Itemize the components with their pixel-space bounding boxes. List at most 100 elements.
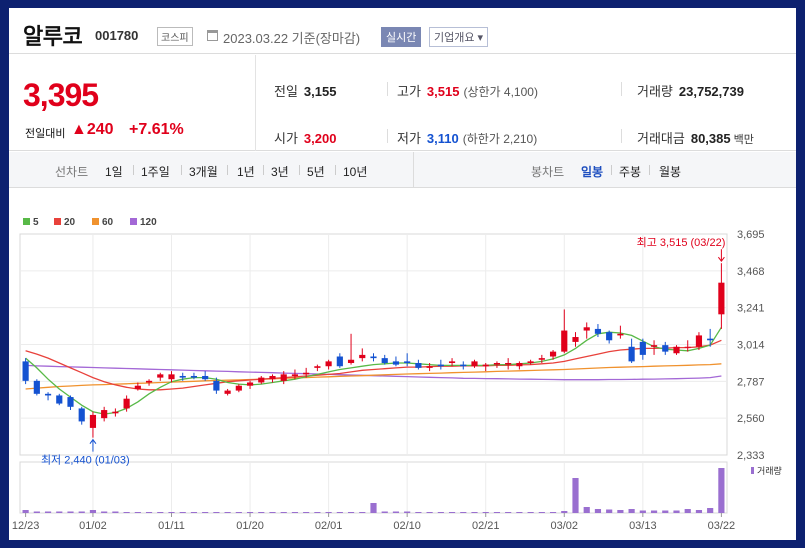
chart-axes: 3,695 3,468 3,241 3,014 2,787 2,560 2,333 12/23… bbox=[12, 229, 765, 532]
chart-legend: 5 20 60 120 bbox=[23, 217, 157, 228]
tab-1day[interactable]: 1일 bbox=[105, 163, 123, 180]
candle-body bbox=[157, 374, 164, 378]
volume-bar bbox=[583, 507, 590, 513]
volume-bar bbox=[460, 512, 467, 513]
y-tick-label: 3,241 bbox=[737, 303, 765, 315]
separator bbox=[611, 165, 612, 175]
volume-bar bbox=[381, 511, 388, 513]
separator bbox=[387, 129, 388, 143]
volume-bar bbox=[280, 512, 287, 513]
candle-body bbox=[303, 372, 310, 375]
volume-bar bbox=[134, 512, 141, 513]
volume-bar bbox=[258, 512, 265, 513]
tab-5year[interactable]: 5년 bbox=[307, 163, 325, 180]
y-tick-label: 2,333 bbox=[737, 450, 765, 462]
candle-body bbox=[572, 337, 579, 342]
x-tick-label: 12/23 bbox=[12, 520, 40, 532]
tab-3year[interactable]: 3년 bbox=[271, 163, 289, 180]
volume-bar bbox=[695, 510, 703, 513]
volume-bar bbox=[101, 511, 108, 513]
volume-bar bbox=[650, 510, 658, 513]
x-tick-label: 02/01 bbox=[315, 520, 343, 532]
candle-body bbox=[336, 356, 343, 367]
volume-bar bbox=[33, 511, 40, 513]
realtime-button[interactable]: 실시간 bbox=[381, 27, 422, 47]
company-info-dropdown[interactable]: 기업개요 ▾ bbox=[429, 27, 489, 47]
candle-body bbox=[145, 380, 153, 383]
trade-amount: 거래대금 80,385 백만 bbox=[637, 131, 754, 146]
candle-body bbox=[168, 374, 175, 380]
candle-body bbox=[538, 358, 545, 360]
separator bbox=[335, 165, 336, 175]
volume-bar bbox=[684, 509, 691, 513]
tab-10year[interactable]: 10년 bbox=[343, 163, 367, 180]
candle-body bbox=[684, 346, 691, 348]
candle-body bbox=[527, 361, 534, 363]
volume-bar bbox=[246, 512, 254, 513]
volume-bar bbox=[392, 511, 400, 513]
candlestick-chart: 5 20 60 120 최고 3,515 (03/22) 최저 2,440 (01/03… bbox=[12, 217, 782, 532]
volume-bar bbox=[707, 508, 714, 513]
day-low: 저가 3,110 (하한가 2,210) bbox=[397, 131, 538, 146]
volume-bar bbox=[56, 511, 63, 513]
legend-swatch-60 bbox=[92, 218, 99, 225]
separator bbox=[649, 165, 650, 175]
candle-body bbox=[437, 364, 444, 367]
tab-1week[interactable]: 1주일 bbox=[141, 163, 170, 180]
volume-bar bbox=[628, 509, 635, 513]
volume-bar bbox=[235, 512, 242, 513]
x-tick-label: 02/21 bbox=[472, 520, 500, 532]
tab-monthly[interactable]: 월봉 bbox=[659, 163, 681, 180]
volume-bar bbox=[22, 510, 29, 513]
volume-bar bbox=[347, 512, 355, 513]
candle-body bbox=[448, 361, 456, 363]
volume-bar bbox=[527, 512, 534, 513]
volume-bar bbox=[314, 512, 321, 513]
volume-bar bbox=[448, 512, 456, 513]
volume-bar bbox=[606, 509, 613, 513]
candle-body bbox=[695, 335, 703, 347]
moving-averages bbox=[25, 326, 722, 415]
volume-bar bbox=[78, 511, 85, 513]
candle-body bbox=[628, 346, 635, 362]
volume-bar bbox=[639, 510, 646, 513]
volume-bar bbox=[190, 512, 198, 513]
volume-bar bbox=[538, 512, 545, 513]
candle-body bbox=[269, 375, 276, 380]
stock-name[interactable]: 알루코 bbox=[23, 19, 83, 51]
day-high: 고가 3,515 (상한가 4,100) bbox=[397, 84, 538, 99]
separator bbox=[227, 165, 228, 175]
x-tick-label: 01/11 bbox=[158, 520, 185, 532]
candle-body bbox=[549, 351, 557, 357]
volume-bar bbox=[617, 510, 624, 513]
divider bbox=[255, 55, 256, 151]
candle-body bbox=[89, 414, 97, 428]
volume-bar bbox=[168, 512, 175, 513]
candle-body bbox=[123, 398, 130, 409]
current-price: 3,395 bbox=[23, 77, 99, 113]
candle-body bbox=[516, 362, 523, 367]
volume-bar bbox=[325, 512, 332, 513]
candle-body bbox=[325, 361, 332, 367]
separator bbox=[181, 165, 182, 175]
tab-weekly[interactable]: 주봉 bbox=[619, 163, 641, 180]
candle-body bbox=[404, 361, 411, 363]
separator bbox=[299, 165, 300, 175]
volume-bar bbox=[561, 511, 568, 513]
tab-daily[interactable]: 일봉 bbox=[581, 163, 603, 180]
volume-bar bbox=[157, 512, 164, 513]
volume-bar bbox=[179, 512, 186, 513]
calendar-icon bbox=[207, 30, 218, 41]
legend-swatch-120 bbox=[130, 218, 137, 225]
period-toolbar: 선차트 1일 1주일 3개월 1년 3년 5년 10년 봉차트 일봉 주봉 월봉 bbox=[9, 152, 796, 188]
candle-body bbox=[202, 375, 209, 380]
change-label: 전일대비 bbox=[25, 128, 66, 140]
candle-body bbox=[56, 395, 63, 404]
candle-body bbox=[246, 382, 254, 386]
tab-1year[interactable]: 1년 bbox=[237, 163, 255, 180]
chart-grid bbox=[19, 233, 728, 514]
legend-label-120: 120 bbox=[140, 217, 157, 228]
candle-body bbox=[583, 327, 590, 331]
tab-3month[interactable]: 3개월 bbox=[189, 163, 218, 180]
volume-bar bbox=[202, 512, 209, 513]
